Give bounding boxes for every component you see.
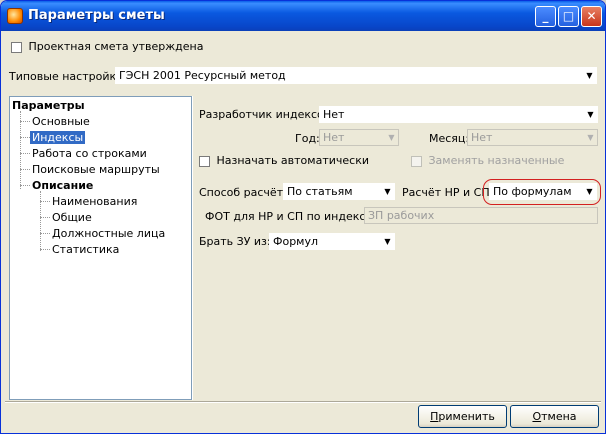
calc-method-select[interactable]: По статьям ▼ bbox=[283, 183, 395, 200]
minimize-button[interactable]: _ bbox=[535, 6, 556, 27]
approved-checkbox-row[interactable]: Проектная смета утверждена bbox=[11, 40, 203, 53]
tree-item-indexes[interactable]: Индексы bbox=[30, 131, 86, 144]
fot-value: ЗП рабочих bbox=[368, 209, 435, 222]
typical-settings-select[interactable]: ГЭСН 2001 Ресурсный метод ▼ bbox=[115, 67, 597, 84]
take-zu-label: Брать ЗУ из: bbox=[199, 235, 271, 248]
maximize-button[interactable]: □ bbox=[558, 6, 579, 27]
indexes-panel: Разработчик индексов: Нет ▼ Год: Нет ▼ М… bbox=[192, 96, 601, 400]
minimize-icon: _ bbox=[542, 9, 549, 23]
typical-settings-value: ГЭСН 2001 Ресурсный метод bbox=[119, 69, 286, 82]
calc-method-value: По статьям bbox=[287, 185, 353, 198]
chevron-down-icon[interactable]: ▼ bbox=[583, 184, 596, 199]
app-icon bbox=[7, 8, 23, 24]
tree-group-description[interactable]: Описание bbox=[32, 179, 93, 192]
calc-method-label: Способ расчёта: bbox=[199, 186, 294, 199]
auto-assign-checkbox[interactable] bbox=[199, 155, 210, 167]
nr-sp-calc-value: По формулам bbox=[493, 185, 572, 198]
maximize-icon: □ bbox=[562, 9, 575, 23]
close-button[interactable]: ✕ bbox=[581, 6, 602, 27]
month-select: Нет ▼ bbox=[467, 129, 598, 146]
nr-sp-calc-select[interactable]: По формулам ▼ bbox=[489, 183, 597, 200]
chevron-down-icon: ▼ bbox=[388, 133, 395, 142]
auto-assign-label: Назначать автоматически bbox=[216, 154, 370, 167]
chevron-down-icon[interactable]: ▼ bbox=[381, 184, 394, 199]
year-value: Нет bbox=[323, 131, 345, 144]
window-title: Параметры сметы bbox=[28, 8, 165, 23]
apply-label: рименить bbox=[438, 410, 495, 423]
tree-item-names[interactable]: Наименования bbox=[52, 195, 137, 208]
cancel-mnemonic: О bbox=[532, 410, 542, 423]
nr-sp-calc-label: Расчёт НР и СП: bbox=[402, 186, 494, 199]
developer-label: Разработчик индексов: bbox=[199, 108, 334, 121]
replace-assigned-checkbox bbox=[411, 155, 422, 167]
take-zu-select[interactable]: Формул ▼ bbox=[269, 233, 395, 250]
year-label: Год: bbox=[295, 132, 320, 145]
typical-settings-label: Типовые настройки: bbox=[9, 70, 127, 83]
chevron-down-icon: ▼ bbox=[587, 133, 594, 142]
month-value: Нет bbox=[471, 131, 493, 144]
chevron-down-icon[interactable]: ▼ bbox=[381, 234, 394, 249]
replace-assigned-label: Заменять назначенные bbox=[428, 154, 565, 167]
fot-label: ФОТ для НР и СП по индексам: bbox=[205, 210, 385, 223]
cancel-label: тмена bbox=[541, 410, 577, 423]
cancel-button[interactable]: Отмена bbox=[510, 405, 599, 428]
year-select: Нет ▼ bbox=[319, 129, 399, 146]
take-zu-value: Формул bbox=[273, 235, 319, 248]
tree-item-statistics[interactable]: Статистика bbox=[52, 243, 119, 256]
dialog-window: Параметры сметы _ □ ✕ Проектная смета ут… bbox=[0, 0, 606, 434]
dialog-client-area: Проектная смета утверждена Типовые настр… bbox=[5, 31, 601, 429]
tree-item-rows[interactable]: Работа со строками bbox=[32, 147, 147, 160]
developer-value: Нет bbox=[323, 108, 345, 121]
bottom-divider bbox=[5, 401, 601, 403]
tree-item-main[interactable]: Основные bbox=[32, 115, 90, 128]
approved-checkbox[interactable] bbox=[11, 41, 22, 53]
fot-field: ЗП рабочих bbox=[364, 207, 598, 224]
tree-item-search-routes[interactable]: Поисковые маршруты bbox=[32, 163, 160, 176]
settings-tree[interactable]: Параметры Основные Индексы Работа со стр… bbox=[9, 96, 192, 400]
chevron-down-icon[interactable]: ▼ bbox=[584, 107, 597, 122]
auto-assign-row[interactable]: Назначать автоматически bbox=[199, 154, 369, 167]
apply-button[interactable]: Применить bbox=[418, 405, 507, 428]
title-bar[interactable]: Параметры сметы _ □ ✕ bbox=[1, 1, 605, 31]
approved-checkbox-label: Проектная смета утверждена bbox=[28, 40, 204, 53]
tree-root-parameters[interactable]: Параметры bbox=[12, 99, 85, 112]
month-label: Месяц: bbox=[429, 132, 470, 145]
tree-item-officials[interactable]: Должностные лица bbox=[52, 227, 165, 240]
chevron-down-icon[interactable]: ▼ bbox=[583, 68, 596, 83]
replace-assigned-row: Заменять назначенные bbox=[411, 154, 564, 167]
close-icon: ✕ bbox=[586, 9, 597, 23]
developer-select[interactable]: Нет ▼ bbox=[319, 106, 598, 123]
tree-item-general[interactable]: Общие bbox=[52, 211, 92, 224]
